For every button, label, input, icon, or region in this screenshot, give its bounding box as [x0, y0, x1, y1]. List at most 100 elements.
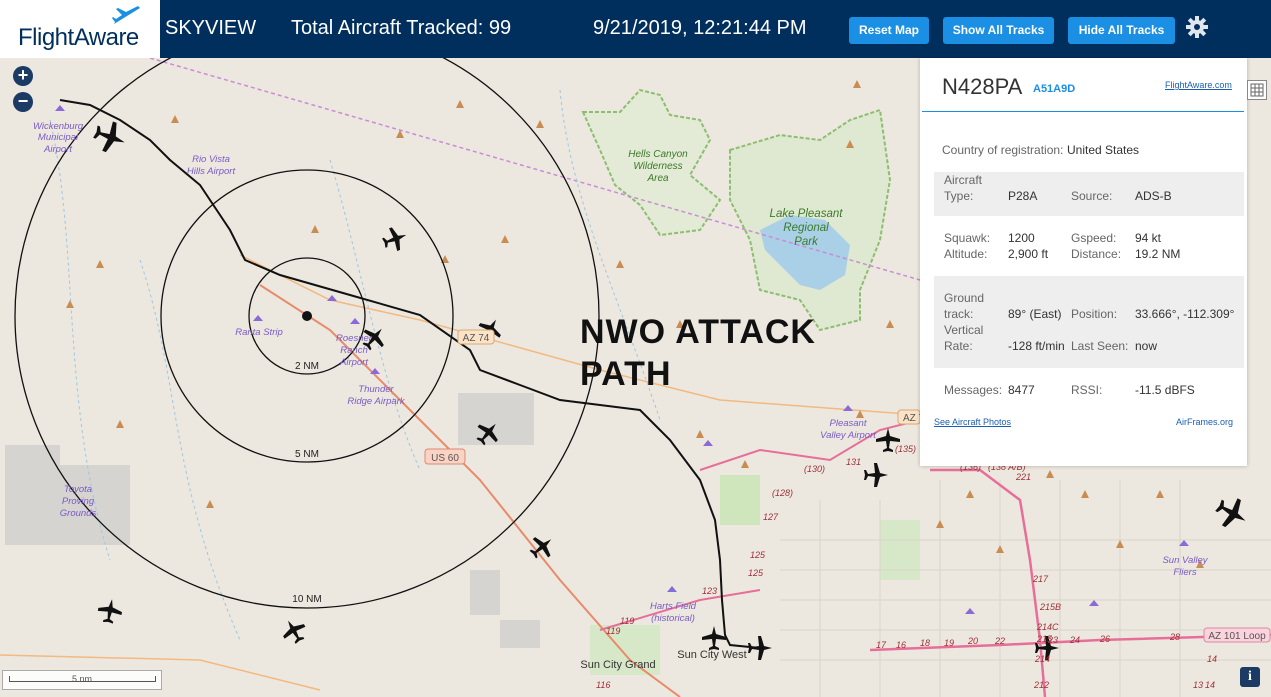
svg-text:Park: Park	[794, 236, 819, 248]
svg-text:125: 125	[750, 550, 766, 560]
vertical-rate-label-2: Rate:	[944, 339, 973, 353]
road-label-az74: AZ 74	[463, 333, 490, 344]
svg-text:(128): (128)	[772, 488, 793, 498]
svg-text:Roesner: Roesner	[336, 333, 373, 344]
airframes-link[interactable]: AirFrames.org	[1176, 417, 1233, 427]
track-rate-row: Ground track: 89° (East) Position: 33.66…	[934, 276, 1244, 368]
svg-text:19: 19	[944, 638, 954, 648]
gray-patch	[470, 570, 500, 615]
ground-track-label-1: Ground	[944, 291, 985, 305]
city-label-sun-city-grand: Sun City Grand	[580, 659, 655, 671]
svg-text:123: 123	[702, 586, 717, 596]
svg-text:(historical): (historical)	[651, 613, 695, 624]
zoom-out-button[interactable]: −	[13, 92, 33, 112]
vertical-rate-label-1: Vertical	[944, 323, 984, 337]
svg-text:131: 131	[846, 457, 861, 467]
reset-map-button[interactable]: Reset Map	[849, 17, 929, 44]
park-patch	[880, 520, 920, 580]
svg-text:Toyota: Toyota	[64, 484, 92, 495]
park-patch	[720, 475, 760, 525]
svg-text:127: 127	[763, 512, 779, 522]
aircraft-type-label-1: Aircraft	[944, 173, 983, 187]
aircraft-hex-link[interactable]: A51A9D	[1033, 83, 1075, 95]
rssi-label: RSSI:	[1071, 383, 1103, 397]
overlay-line-2: PATH	[580, 355, 672, 393]
svg-text:221: 221	[1015, 472, 1031, 482]
info-icon[interactable]: i	[1240, 667, 1260, 687]
gspeed-label: Gspeed:	[1071, 231, 1117, 245]
svg-text:Wickenburg: Wickenburg	[33, 121, 84, 132]
svg-text:Airport: Airport	[43, 144, 72, 155]
aircraft-type-row: Aircraft Type: P28A Source: ADS-B	[934, 172, 1244, 216]
svg-text:217: 217	[1032, 574, 1049, 584]
svg-text:215: 215	[1036, 634, 1053, 644]
squawk-label: Squawk:	[944, 231, 991, 245]
map-scale: 5 nm	[2, 670, 162, 690]
aircraft-type-value: P28A	[1008, 189, 1038, 203]
svg-text:125: 125	[748, 568, 764, 578]
svg-text:212: 212	[1033, 680, 1049, 690]
messages-row: Messages: 8477 RSSI: -11.5 dBFS	[934, 382, 1244, 402]
range-label-5nm: 5 NM	[295, 449, 319, 460]
svg-text:(130): (130)	[804, 464, 825, 474]
svg-text:24: 24	[1069, 635, 1080, 645]
svg-text:116: 116	[596, 680, 610, 690]
aircraft-info-panel: N428PA A51A9D FlightAware.com Country of…	[920, 58, 1247, 466]
svg-text:16: 16	[896, 640, 906, 650]
rssi-value: -11.5 dBFS	[1135, 383, 1195, 397]
svg-text:Thunder: Thunder	[358, 384, 394, 395]
total-aircraft-tracked: Total Aircraft Tracked: 99	[291, 17, 512, 39]
datetime: 9/21/2019, 12:21:44 PM	[593, 17, 807, 39]
gear-icon[interactable]	[1185, 15, 1209, 39]
svg-text:Airport: Airport	[339, 357, 368, 368]
svg-text:Lake Pleasant: Lake Pleasant	[770, 208, 844, 220]
svg-text:215B: 215B	[1039, 602, 1061, 612]
aircraft-registration: N428PA	[942, 74, 1023, 99]
svg-text:Ranta Strip: Ranta Strip	[235, 327, 283, 338]
flightaware-link[interactable]: FlightAware.com	[1165, 80, 1232, 90]
messages-label: Messages:	[944, 383, 1003, 397]
svg-text:Wilderness: Wilderness	[633, 161, 682, 172]
svg-text:Hells Canyon: Hells Canyon	[628, 149, 688, 160]
receiver-location-marker	[302, 311, 312, 321]
gray-patch	[500, 620, 540, 648]
altitude-label: Altitude:	[944, 247, 988, 261]
distance-value: 19.2 NM	[1135, 247, 1181, 261]
aircraft-photos-link[interactable]: See Aircraft Photos	[934, 417, 1011, 427]
svg-text:119: 119	[606, 626, 620, 636]
show-all-tracks-button[interactable]: Show All Tracks	[943, 17, 1054, 44]
ground-track-value: 89° (East)	[1008, 307, 1062, 321]
svg-text:Valley Airport: Valley Airport	[820, 430, 876, 441]
zoom-in-button[interactable]: +	[13, 66, 33, 86]
range-label-10nm: 10 NM	[292, 594, 321, 605]
city-label-sun-city-west: Sun City West	[677, 649, 747, 661]
svg-text:Sun Valley: Sun Valley	[1162, 555, 1208, 566]
squawk-altitude-row: Squawk: 1200 Gspeed: 94 kt Altitude: 2,9…	[934, 230, 1244, 266]
svg-text:214: 214	[1034, 654, 1050, 664]
gspeed-value: 94 kt	[1135, 231, 1162, 245]
overlay-line-1: NWO ATTACK	[580, 313, 816, 351]
svg-text:Ridge Airpark: Ridge Airpark	[347, 396, 405, 407]
svg-text:14: 14	[1205, 680, 1215, 690]
messages-value: 8477	[1008, 383, 1035, 397]
ground-track-label-2: track:	[944, 307, 974, 321]
svg-text:Area: Area	[646, 173, 669, 184]
vertical-rate-value: -128 ft/min	[1008, 339, 1065, 353]
svg-text:Rio Vista: Rio Vista	[192, 154, 230, 165]
flightaware-logo[interactable]: FlightAware	[0, 0, 160, 58]
hide-all-tracks-button[interactable]: Hide All Tracks	[1068, 17, 1175, 44]
country-row: Country of registration: United States	[934, 142, 1244, 162]
overlay-annotation: NWO ATTACK PATH	[580, 311, 816, 395]
plane-logo-icon	[112, 6, 140, 24]
svg-text:Regional: Regional	[783, 222, 829, 234]
source-value: ADS-B	[1135, 189, 1172, 203]
country-value: United States	[1067, 143, 1140, 157]
svg-text:13: 13	[1193, 680, 1203, 690]
grid-icon[interactable]	[1247, 80, 1267, 100]
panel-separator	[922, 111, 1244, 112]
svg-text:Proving: Proving	[62, 496, 95, 507]
position-value: 33.666°, -112.309°	[1135, 307, 1235, 321]
source-label: Source:	[1071, 189, 1113, 203]
svg-text:22: 22	[994, 636, 1005, 646]
svg-text:(135): (135)	[895, 444, 916, 454]
